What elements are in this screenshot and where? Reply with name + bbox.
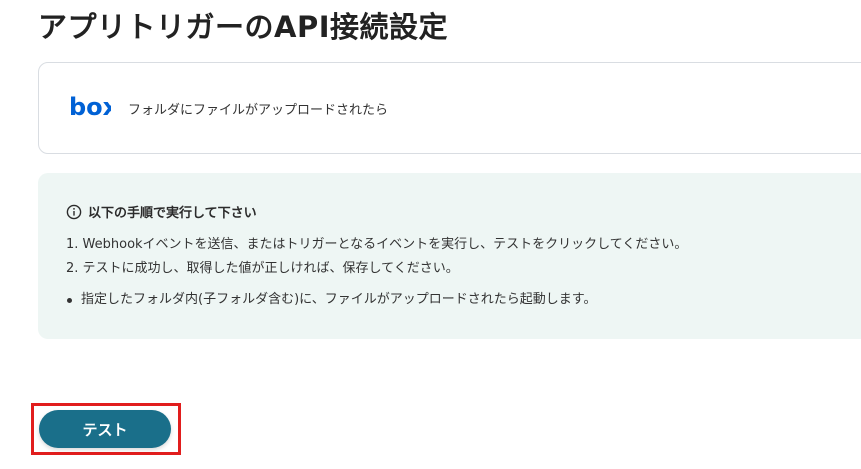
trigger-event-label: フォルダにファイルがアップロードされたら bbox=[128, 103, 389, 118]
steps-list: 1. Webhookイベントを送信、またはトリガーとなるイベントを実行し、テスト… bbox=[66, 233, 687, 281]
note-item: 指定したフォルダ内(子フォルダ含む)に、ファイルがアップロードされたら起動します… bbox=[66, 288, 596, 312]
instructions-heading: 以下の手順で実行して下さい bbox=[66, 202, 257, 221]
instructions-heading-text: 以下の手順で実行して下さい bbox=[88, 206, 257, 221]
step-item: 2. テストに成功し、取得した値が正しければ、保存してください。 bbox=[66, 261, 459, 276]
app-trigger-card: box フォルダにファイルがアップロードされたら bbox=[38, 62, 861, 154]
box-logo-text: box bbox=[69, 93, 111, 121]
note-text: 指定したフォルダ内(子フォルダ含む)に、ファイルがアップロードされたら起動します… bbox=[81, 292, 597, 307]
box-logo-icon: box bbox=[69, 93, 111, 121]
step-item: 1. Webhookイベントを送信、またはトリガーとなるイベントを実行し、テスト… bbox=[66, 237, 688, 252]
info-icon bbox=[66, 204, 82, 219]
test-button[interactable]: テスト bbox=[39, 410, 171, 448]
bullet-icon bbox=[67, 297, 72, 303]
notes-list: 指定したフォルダ内(子フォルダ含む)に、ファイルがアップロードされたら起動します… bbox=[66, 288, 596, 312]
page-title: アプリトリガーのAPI接続設定 bbox=[38, 10, 448, 44]
instructions-panel: 以下の手順で実行して下さい 1. Webhookイベントを送信、またはトリガーと… bbox=[38, 173, 861, 339]
